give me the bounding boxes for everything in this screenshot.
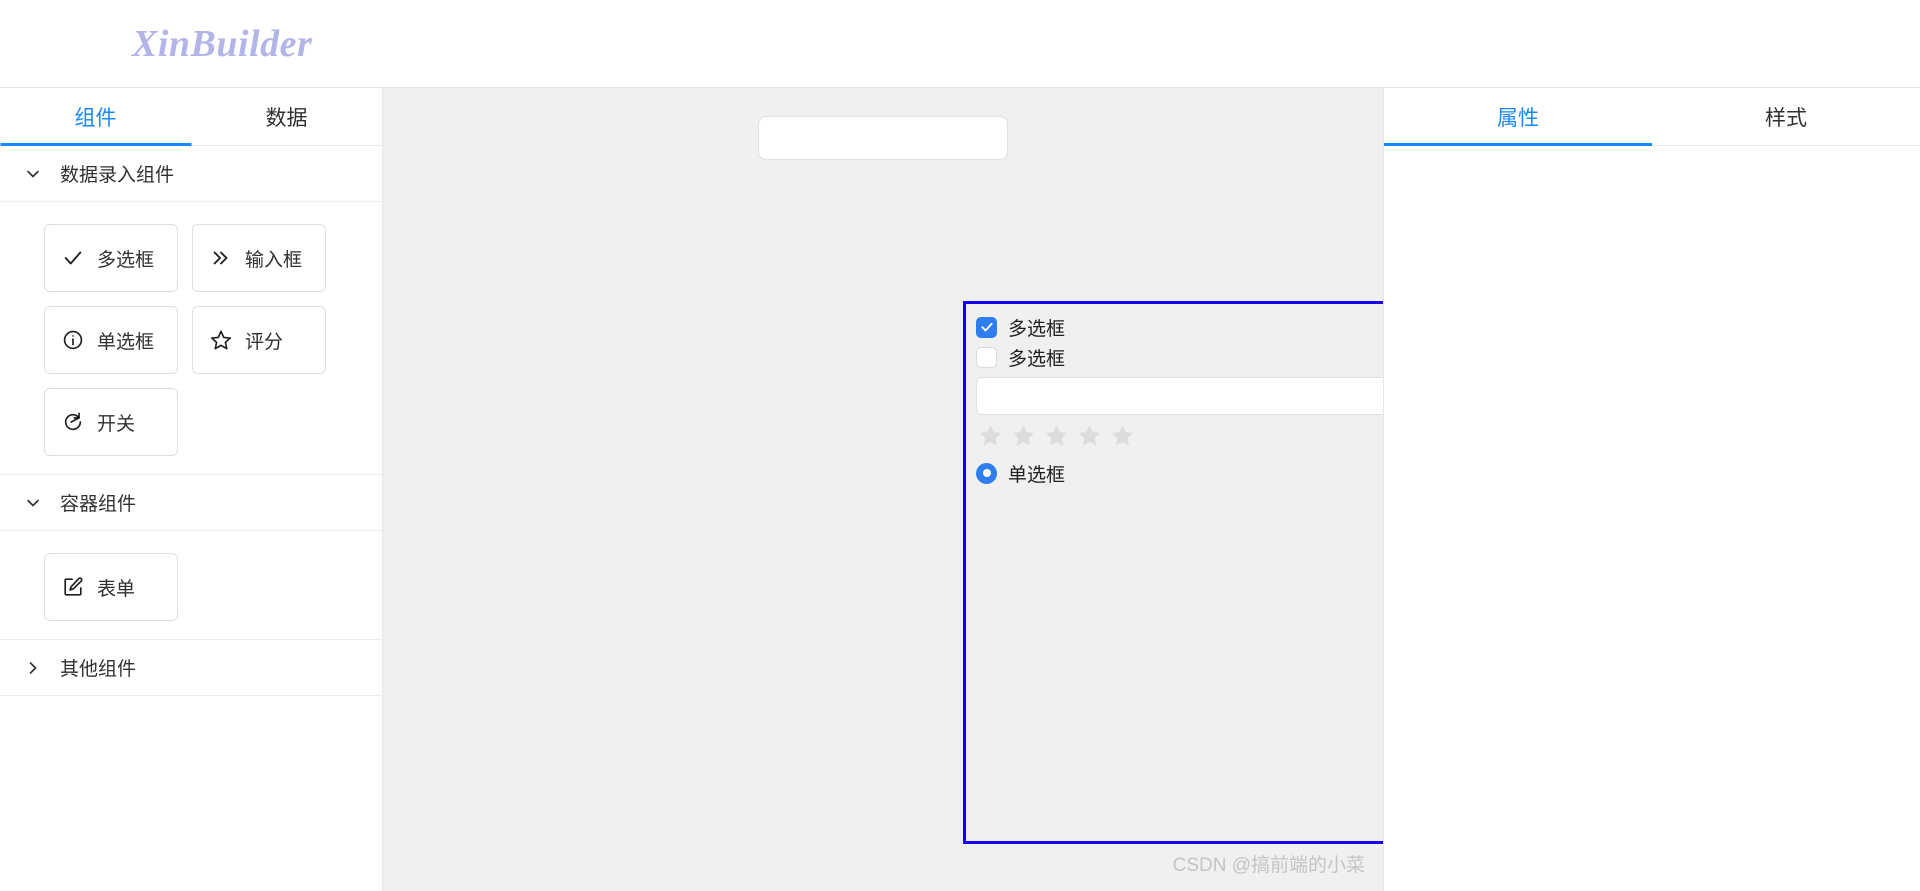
left-panel-tabs: 组件 数据 [0,88,382,146]
accordion-title-container: 容器组件 [60,494,137,515]
component-tile-rate-label: 评分 [245,331,284,353]
app-root: XinBuilder 组件 数据 数据录入组件 多选框 输入框 单选框 评分 开… [0,0,1920,891]
checkbox-row-1[interactable]: 多选框 [976,312,1383,342]
chevron-down-icon [22,492,44,514]
form-component-selected[interactable]: 多选框 多选框 单选框 [963,301,1383,844]
star-icon[interactable] [978,423,1003,448]
design-canvas[interactable]: 多选框 多选框 单选框 CSDN @搞前端的小菜 [383,88,1383,891]
tab-properties-label: 属性 [1497,106,1539,130]
accordion-header-other[interactable]: 其他组件 [0,640,382,696]
radio-label: 单选框 [1008,464,1066,486]
checkbox-label-2: 多选框 [1008,348,1066,370]
component-tile-switch-label: 开关 [97,413,136,435]
tab-data[interactable]: 数据 [191,88,382,145]
properties-panel-content [1384,146,1920,891]
form-text-input[interactable] [976,377,1383,415]
canvas-toolbar [383,88,1383,160]
component-accordion: 数据录入组件 多选框 输入框 单选框 评分 开关 容器组件 表单 其他组件 [0,146,382,696]
tab-properties[interactable]: 属性 [1384,88,1652,145]
accordion-header-data-entry[interactable]: 数据录入组件 [0,146,382,202]
star-icon[interactable] [1110,423,1135,448]
tab-data-label: 数据 [265,106,308,130]
tab-styles-label: 样式 [1765,106,1807,130]
radio-checked-icon[interactable] [976,462,997,484]
check-icon [61,246,85,270]
accordion-body-data-entry: 多选框 输入框 单选框 评分 开关 [0,202,382,475]
component-tile-checkbox-label: 多选框 [97,249,155,271]
star-icon[interactable] [1044,423,1069,448]
app-header: XinBuilder [0,0,1920,88]
edit-square-icon [61,575,85,599]
tab-components[interactable]: 组件 [0,88,191,145]
app-body: 组件 数据 数据录入组件 多选框 输入框 单选框 评分 开关 容器组件 表单 其… [0,88,1920,891]
star-icon[interactable] [1077,423,1102,448]
component-tile-form-label: 表单 [97,578,136,600]
checkbox-checked-icon[interactable] [976,316,997,338]
star-outline-icon [209,328,233,352]
rate-component[interactable] [976,423,1383,448]
accordion-title-data-entry: 数据录入组件 [60,165,175,186]
login-arrow-icon [61,410,85,434]
component-tile-input-label: 输入框 [245,249,303,271]
component-tile-radio-label: 单选框 [97,331,155,353]
double-chevron-right-icon [209,246,233,270]
component-tile-switch[interactable]: 开关 [44,388,178,456]
accordion-header-container[interactable]: 容器组件 [0,475,382,531]
checkbox-unchecked-icon[interactable] [976,346,997,368]
properties-panel: 属性 样式 [1383,88,1920,891]
radio-row[interactable]: 单选框 [976,458,1383,488]
component-library-panel: 组件 数据 数据录入组件 多选框 输入框 单选框 评分 开关 容器组件 表单 其… [0,88,383,891]
tab-components-label: 组件 [74,106,117,130]
chevron-right-icon [22,657,44,679]
component-tile-input[interactable]: 输入框 [192,224,326,292]
component-tile-radio[interactable]: 单选框 [44,306,178,374]
tab-styles[interactable]: 样式 [1652,88,1920,145]
component-tile-form[interactable]: 表单 [44,553,178,621]
right-panel-tabs: 属性 样式 [1384,88,1920,146]
watermark: CSDN @搞前端的小菜 [1172,855,1365,876]
star-icon[interactable] [1011,423,1036,448]
component-tile-checkbox[interactable]: 多选框 [44,224,178,292]
checkbox-label-1: 多选框 [1008,318,1066,340]
accordion-body-container: 表单 [0,531,382,640]
component-tile-rate[interactable]: 评分 [192,306,326,374]
info-circle-icon [61,328,85,352]
accordion-title-other: 其他组件 [60,659,137,680]
app-logo: XinBuilder [132,22,313,65]
canvas-toolbar-input[interactable] [758,116,1008,160]
form-component-body: 多选框 多选框 单选框 [966,304,1383,488]
checkbox-row-2[interactable]: 多选框 [976,342,1383,372]
radio-inner-dot [982,469,991,477]
chevron-down-icon [22,163,44,185]
